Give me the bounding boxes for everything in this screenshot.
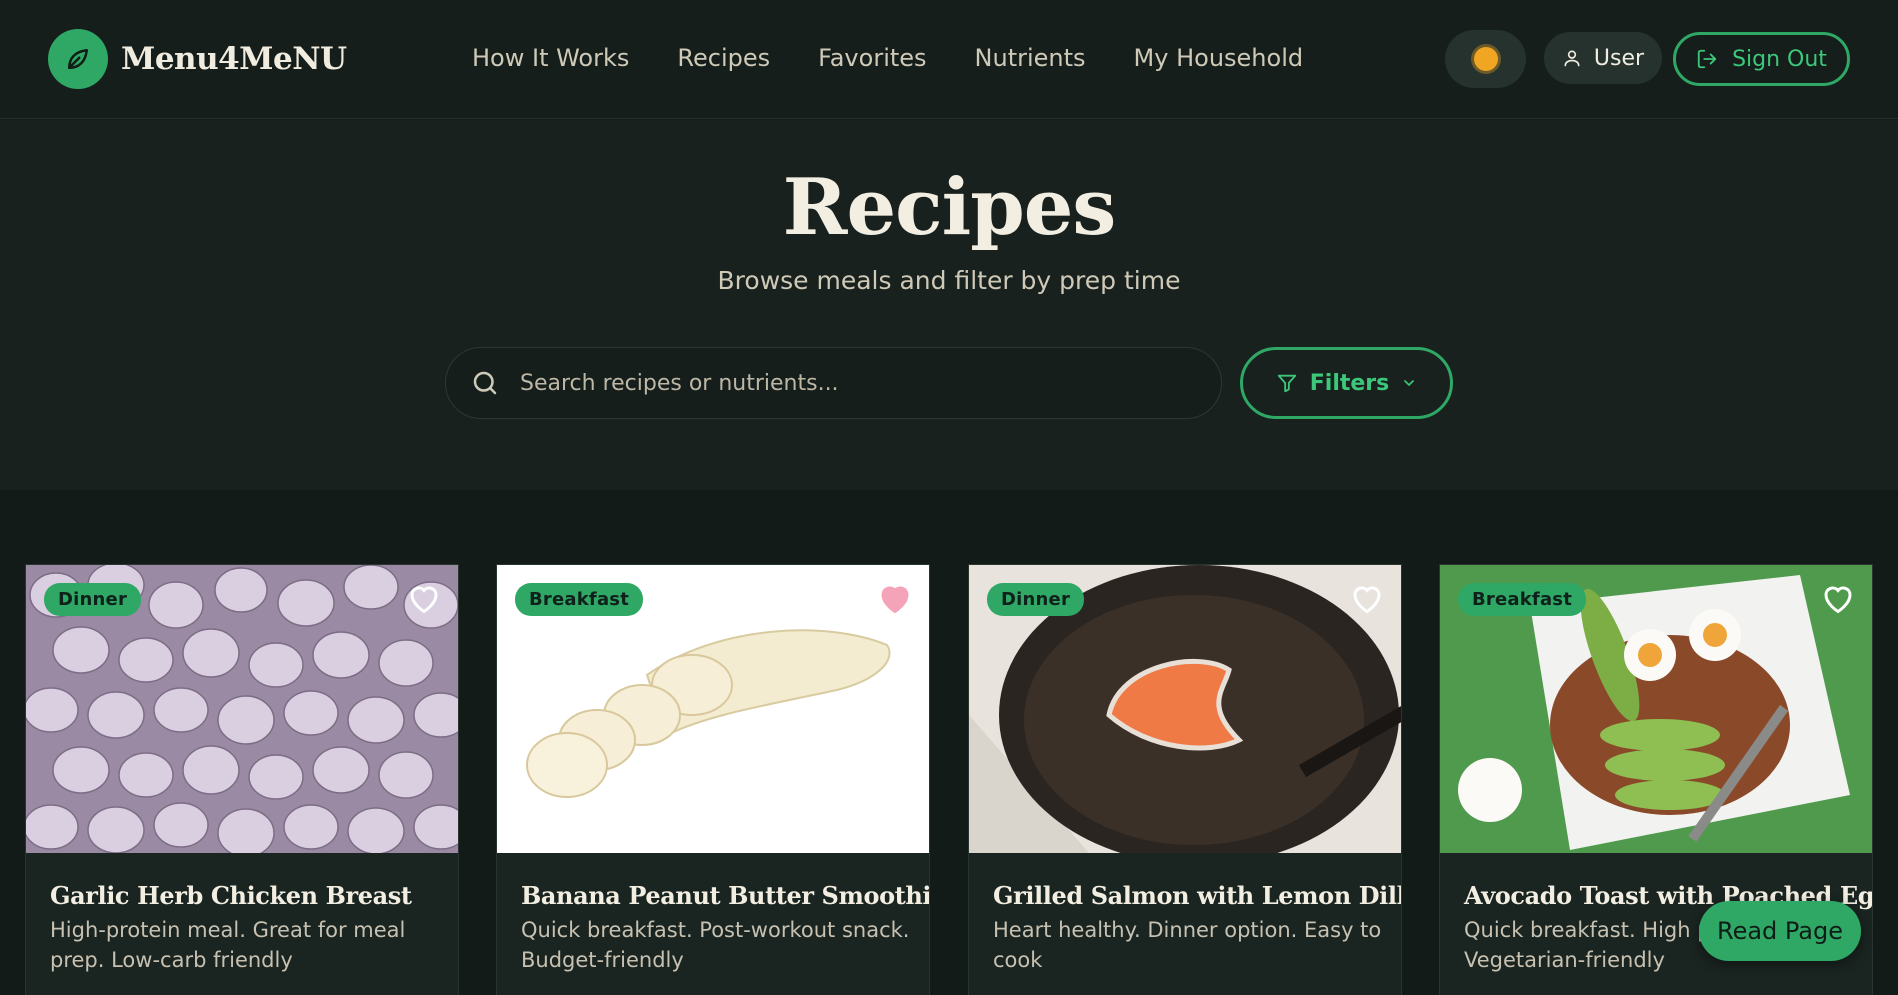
search-icon [473, 371, 497, 395]
nav-favorites[interactable]: Favorites [818, 44, 926, 72]
user-icon [1564, 50, 1580, 67]
heart-icon[interactable] [1349, 581, 1385, 615]
heart-icon[interactable] [1820, 581, 1856, 615]
recipe-card[interactable]: Dinner Grilled Salmon with Lemon Dill He… [968, 564, 1402, 995]
recipe-title[interactable]: Banana Peanut Butter Smoothie [521, 881, 929, 910]
filters-button[interactable]: Filters [1240, 347, 1453, 419]
user-button[interactable]: User [1544, 32, 1662, 84]
recipe-description: Quick breakfast. Post-workout snack. Bud… [521, 918, 910, 972]
chevron-down-icon [1404, 380, 1415, 387]
search-input[interactable] [520, 370, 1180, 396]
heart-filled-icon[interactable] [877, 581, 913, 615]
sign-out-label: Sign Out [1732, 46, 1827, 72]
page-subtitle: Browse meals and filter by prep time [717, 266, 1181, 295]
read-page-button[interactable]: Read Page [1699, 901, 1861, 961]
recipe-title[interactable]: Grilled Salmon with Lemon Dill [993, 881, 1401, 910]
category-badge: Breakfast [515, 583, 644, 616]
recipe-card[interactable]: Breakfast Banana Peanut Butter Smoothie … [496, 564, 930, 995]
sign-out-button[interactable]: Sign Out [1673, 32, 1850, 86]
leaf-icon [48, 29, 108, 89]
nav-links: How It Works Recipes Favorites Nutrients… [472, 44, 1351, 72]
nav-my-household[interactable]: My Household [1134, 44, 1304, 72]
user-label: User [1593, 45, 1645, 71]
theme-toggle-button[interactable] [1445, 30, 1526, 88]
nav-nutrients[interactable]: Nutrients [975, 44, 1086, 72]
recipe-description: High-protein meal. Great for meal prep. … [50, 918, 406, 972]
brand[interactable]: Menu4MeNU [48, 29, 347, 89]
sign-out-icon [1697, 49, 1717, 69]
recipe-card[interactable]: Dinner Garlic Herb Chicken Breast High-p… [25, 564, 459, 995]
nav-recipes[interactable]: Recipes [677, 44, 770, 72]
nav-how-it-works[interactable]: How It Works [472, 44, 629, 72]
sun-icon [1473, 47, 1498, 71]
heart-icon[interactable] [406, 581, 442, 615]
filters-label: Filters [1309, 370, 1390, 396]
search-box[interactable] [445, 347, 1222, 419]
category-badge: Dinner [44, 583, 142, 616]
recipe-description: Heart healthy. Dinner option. Easy to co… [993, 918, 1382, 972]
category-badge: Breakfast [1458, 583, 1587, 616]
brand-name: Menu4MeNU [121, 41, 347, 77]
page-title: Recipes [782, 162, 1117, 253]
top-nav: Menu4MeNU How It Works Recipes Favorites… [0, 0, 1898, 119]
hero-section: Recipes Browse meals and filter by prep … [0, 120, 1898, 490]
filter-icon [1277, 374, 1296, 393]
recipe-title[interactable]: Garlic Herb Chicken Breast [50, 881, 450, 910]
category-badge: Dinner [987, 583, 1085, 616]
